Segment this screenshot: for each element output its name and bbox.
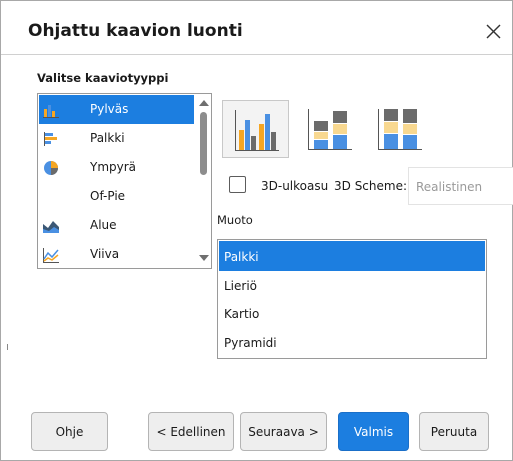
next-button[interactable]: Seuraava > <box>240 412 327 451</box>
scroll-down-icon[interactable] <box>199 255 209 261</box>
shape-item-cone[interactable]: Kartio <box>219 298 485 328</box>
chart-type-label: Ympyrä <box>90 160 137 174</box>
dialog-title: Ohjattu kaavion luonti <box>28 21 243 41</box>
chart-type-label: Palkki <box>90 131 125 145</box>
3d-scheme-value: Realistinen <box>416 180 483 194</box>
chart-type-scrollbar[interactable] <box>196 95 211 267</box>
shape-item-label: Palkki <box>224 250 259 264</box>
shape-item-cylinder[interactable]: Lieriö <box>219 270 485 300</box>
chart-type-item-of-pie[interactable]: Of-Pie <box>39 182 194 211</box>
shape-item-pyramid[interactable]: Pyramidi <box>219 327 485 357</box>
chart-type-item-bar[interactable]: Palkki <box>39 124 194 153</box>
normal-column-chart-icon <box>235 110 279 151</box>
area-chart-icon <box>43 221 59 233</box>
column-chart-icon <box>43 105 59 118</box>
chart-type-label: Alue <box>90 218 117 232</box>
stacked-column-chart-icon <box>308 109 352 150</box>
3d-look-checkbox[interactable] <box>229 176 246 193</box>
previous-button[interactable]: < Edellinen <box>148 412 234 451</box>
chart-type-item-column[interactable]: Pylväs <box>39 95 194 124</box>
percent-stacked-column-chart-icon <box>378 109 422 150</box>
chart-type-label: Of-Pie <box>90 189 126 203</box>
chart-type-item-line[interactable]: Viiva <box>39 240 194 268</box>
bar-chart-icon <box>44 132 57 146</box>
chart-type-label: Viiva <box>90 247 120 261</box>
chart-type-label: Pylväs <box>90 102 129 116</box>
close-button[interactable] <box>479 17 507 45</box>
close-icon <box>486 24 501 39</box>
shape-list[interactable]: Palkki Lieriö Kartio Pyramidi <box>217 239 487 359</box>
3d-scheme-label: 3D Scheme: <box>334 179 408 193</box>
scroll-thumb[interactable] <box>200 112 207 175</box>
line-chart-icon <box>43 248 59 263</box>
shape-item-label: Kartio <box>224 307 260 321</box>
cancel-button[interactable]: Peruuta <box>419 412 489 451</box>
variant-normal-column[interactable] <box>222 100 289 158</box>
shape-heading: Muoto <box>217 213 253 227</box>
title-bar: Ohjattu kaavion luonti <box>1 1 512 55</box>
scroll-up-icon[interactable] <box>199 100 209 106</box>
shape-item-box[interactable]: Palkki <box>219 241 485 271</box>
shape-item-label: Lieriö <box>224 279 258 293</box>
chart-type-item-area[interactable]: Alue <box>39 211 194 240</box>
shape-item-label: Pyramidi <box>224 336 277 350</box>
chart-type-heading: Valitse kaaviotyyppi <box>37 71 169 85</box>
chart-type-list[interactable]: Pylväs Palkki Ympyrä Of-Pie Alue Viiva <box>37 93 212 269</box>
pie-chart-icon <box>44 161 58 175</box>
variant-percent-stacked-column[interactable] <box>366 100 433 158</box>
chart-wizard-dialog: Ohjattu kaavion luonti Valitse kaaviotyy… <box>0 0 513 461</box>
3d-scheme-select[interactable]: Realistinen <box>408 167 513 205</box>
3d-look-label: 3D-ulkoasu <box>261 179 329 193</box>
divider-mark <box>7 344 8 350</box>
chart-type-item-pie[interactable]: Ympyrä <box>39 153 194 182</box>
help-button[interactable]: Ohje <box>31 412 108 451</box>
finish-button[interactable]: Valmis <box>338 412 409 451</box>
variant-stacked-column[interactable] <box>296 100 363 158</box>
